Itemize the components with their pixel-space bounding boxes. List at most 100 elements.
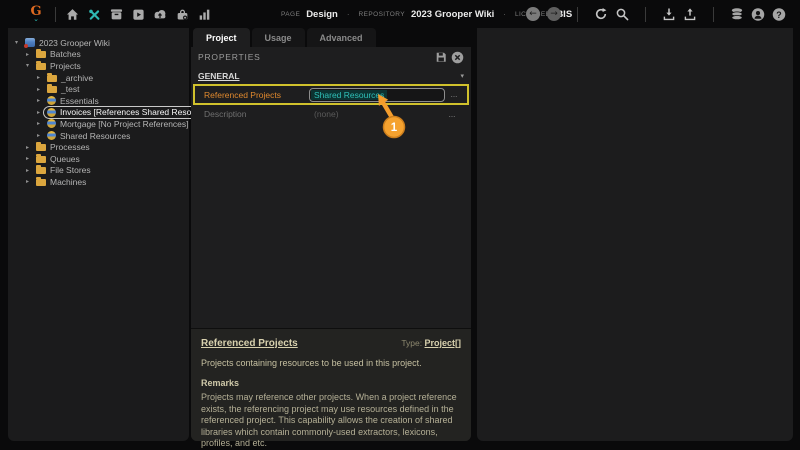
tree-item-label: Projects xyxy=(50,61,81,71)
expand-arrow-icon[interactable]: ▾ xyxy=(12,39,21,46)
remarks-title: Remarks xyxy=(201,378,461,388)
home-icon[interactable] xyxy=(65,7,79,21)
save-icon[interactable] xyxy=(435,51,447,63)
tree-item-label: File Stores xyxy=(50,165,91,175)
tree-item[interactable]: ▸ Batches xyxy=(8,49,189,61)
refresh-icon[interactable] xyxy=(594,7,608,21)
jobs-icon[interactable] xyxy=(175,7,189,21)
node-tree-panel: ▾ 2023 Grooper Wiki ▸ Batches ▾ Projects… xyxy=(8,28,189,441)
repository-icon xyxy=(25,38,35,47)
help-title: Referenced Projects xyxy=(201,338,298,349)
ellipsis-button[interactable]: ... xyxy=(443,110,461,119)
toolbar-separator xyxy=(577,7,578,22)
expand-arrow-icon[interactable]: ▸ xyxy=(34,109,43,116)
property-row-referenced-projects[interactable]: Referenced Projects Shared Resources ... xyxy=(193,84,469,105)
expand-arrow-icon[interactable]: ▸ xyxy=(34,74,43,81)
property-row-description[interactable]: Description (none) ... xyxy=(195,107,467,121)
expand-arrow-icon[interactable]: ▸ xyxy=(34,97,43,104)
download-icon[interactable] xyxy=(662,7,676,21)
import-icon[interactable] xyxy=(153,7,167,21)
expand-arrow-icon[interactable]: ▸ xyxy=(23,144,32,151)
expand-arrow-icon[interactable]: ▾ xyxy=(23,62,32,69)
upload-icon[interactable] xyxy=(683,7,697,21)
tree-item[interactable]: ▸ Queues xyxy=(8,153,189,165)
tree-item[interactable]: ▸ Processes xyxy=(8,141,189,153)
logo-chevron-icon: ⌄ xyxy=(33,16,39,23)
help-summary: Projects containing resources to be used… xyxy=(201,358,461,368)
project-icon xyxy=(47,131,56,140)
expand-arrow-icon[interactable]: ▸ xyxy=(23,167,32,174)
referenced-projects-value: Shared Resources xyxy=(311,90,387,100)
tree-item-label: Essentials xyxy=(60,96,99,106)
tree-item-label: Shared Resources xyxy=(60,131,130,141)
expand-arrow-icon[interactable]: ▸ xyxy=(34,132,43,139)
user-icon[interactable] xyxy=(751,7,765,21)
folder-icon xyxy=(36,63,46,70)
chevron-down-icon[interactable]: ▾ xyxy=(460,72,464,80)
tree-item-label: 2023 Grooper Wiki xyxy=(39,38,110,48)
tab-usage[interactable]: Usage xyxy=(252,28,305,47)
expand-arrow-icon[interactable]: ▸ xyxy=(34,120,43,127)
close-icon[interactable] xyxy=(451,51,464,64)
tree-item[interactable]: ▸ _archive xyxy=(8,72,189,84)
help-icon[interactable]: ? xyxy=(772,7,786,21)
folder-icon xyxy=(36,179,46,186)
remarks-body: Projects may reference other projects. W… xyxy=(201,392,461,450)
tasks-icon[interactable] xyxy=(131,7,145,21)
expand-arrow-icon[interactable]: ▸ xyxy=(23,178,32,185)
project-icon xyxy=(47,119,56,128)
properties-empty-space xyxy=(191,121,471,328)
ellipsis-button[interactable]: ... xyxy=(445,90,463,99)
tree-item[interactable]: ▸ File Stores xyxy=(8,165,189,177)
description-value: (none) xyxy=(309,109,443,119)
forward-icon[interactable]: → xyxy=(547,7,561,21)
tree-item[interactable]: ▸ Mortgage [No Project References] xyxy=(8,118,189,130)
repository-value[interactable]: 2023 Grooper Wiki xyxy=(411,9,494,20)
page-value[interactable]: Design xyxy=(306,9,338,20)
tree: ▾ 2023 Grooper Wiki ▸ Batches ▾ Projects… xyxy=(8,37,189,188)
property-label: Referenced Projects xyxy=(195,90,309,100)
grooper-logo: G ⌄ xyxy=(26,5,46,23)
tree-item[interactable]: ▸ _test xyxy=(8,83,189,95)
group-title: GENERAL xyxy=(198,71,240,81)
tree-item[interactable]: ▸ Invoices [References Shared Resources] xyxy=(8,107,189,119)
folder-icon xyxy=(36,156,46,163)
toolbar-separator xyxy=(645,7,646,22)
expand-arrow-icon[interactable]: ▸ xyxy=(23,51,32,58)
tree-item-label: Queues xyxy=(50,154,80,164)
tree-item[interactable]: ▾ Projects xyxy=(8,60,189,72)
referenced-projects-field[interactable]: Shared Resources xyxy=(309,88,445,102)
tree-item-label: Batches xyxy=(50,49,81,59)
properties-title: PROPERTIES xyxy=(198,52,261,62)
expand-arrow-icon[interactable]: ▸ xyxy=(23,155,32,162)
group-header-general[interactable]: GENERAL ▾ xyxy=(191,69,471,82)
properties-panel: PROPERTIES GENERAL xyxy=(191,47,471,441)
folder-icon xyxy=(36,167,46,174)
tree-item[interactable]: ▸ Machines xyxy=(8,176,189,188)
tree-item-label: Mortgage [No Project References] xyxy=(60,119,189,129)
tree-item-label: _archive xyxy=(61,73,93,83)
tab-advanced[interactable]: Advanced xyxy=(307,28,376,47)
tree-item[interactable]: ▸ Essentials xyxy=(8,95,189,107)
help-type-value[interactable]: Project[] xyxy=(424,338,461,348)
tree-item-label: Machines xyxy=(50,177,86,187)
back-icon[interactable]: ← xyxy=(526,7,540,21)
properties-header: PROPERTIES xyxy=(191,47,471,67)
repository-label: REPOSITORY xyxy=(359,11,405,18)
tab-project[interactable]: Project xyxy=(193,28,250,47)
help-type: Type: Project[] xyxy=(401,338,461,348)
folder-icon xyxy=(47,86,57,93)
help-panel: Referenced Projects Type: Project[] Proj… xyxy=(191,328,471,441)
stats-icon[interactable] xyxy=(197,7,211,21)
search-icon[interactable] xyxy=(615,7,629,21)
tree-item[interactable]: ▸ Shared Resources xyxy=(8,130,189,142)
design-tools-icon[interactable] xyxy=(87,7,101,21)
database-icon[interactable] xyxy=(730,7,744,21)
expand-arrow-icon[interactable]: ▸ xyxy=(34,86,43,93)
tree-item[interactable]: ▾ 2023 Grooper Wiki xyxy=(8,37,189,49)
folder-icon xyxy=(36,144,46,151)
folder-icon xyxy=(36,51,46,58)
batches-icon[interactable] xyxy=(109,7,123,21)
top-toolbar: G ⌄ xyxy=(0,0,800,28)
toolbar-separator xyxy=(713,7,714,22)
